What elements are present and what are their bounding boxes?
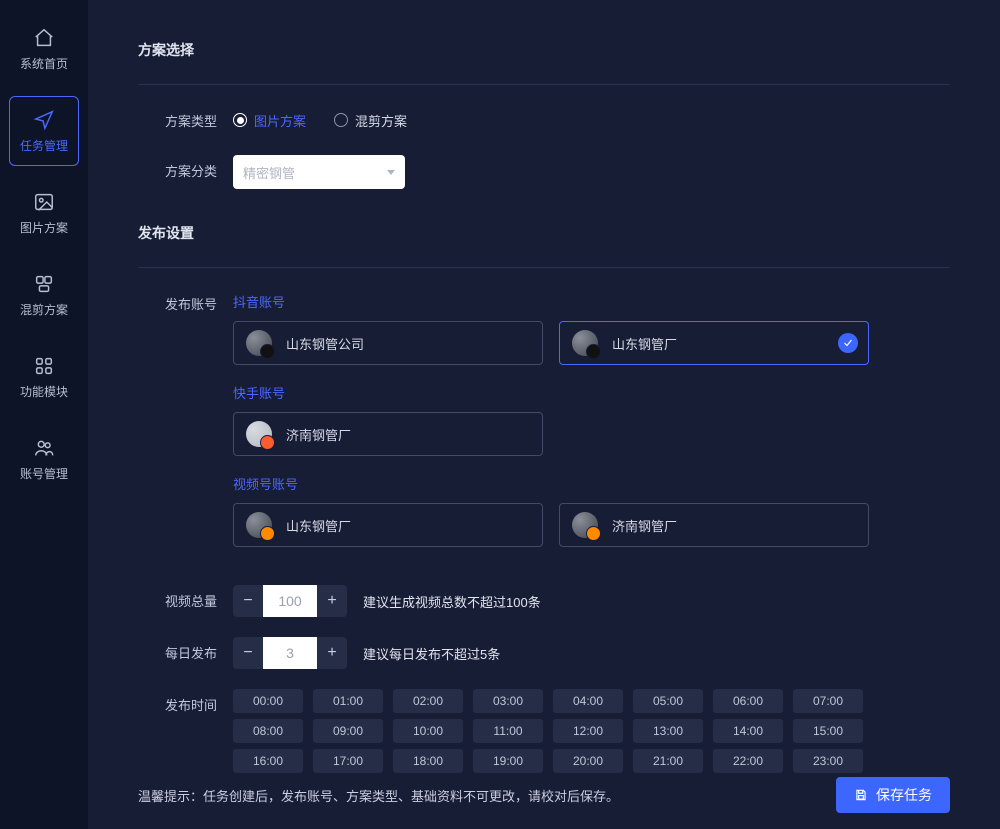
time-chip[interactable]: 12:00 bbox=[553, 719, 623, 743]
account-card-kuaishou-0[interactable]: 济南钢管厂 bbox=[233, 412, 543, 456]
account-name: 山东钢管厂 bbox=[612, 334, 677, 353]
group-kuaishou-title: 快手账号 bbox=[233, 383, 950, 402]
time-chip[interactable]: 22:00 bbox=[713, 749, 783, 773]
footer-tip: 温馨提示：任务创建后，发布账号、方案类型、基础资料不可更改，请校对后保存。 bbox=[138, 786, 619, 805]
time-chip[interactable]: 05:00 bbox=[633, 689, 703, 713]
send-icon bbox=[33, 109, 55, 131]
avatar-icon bbox=[246, 512, 272, 538]
save-button[interactable]: 保存任务 bbox=[836, 777, 950, 813]
chevron-down-icon bbox=[387, 170, 395, 175]
time-chip[interactable]: 13:00 bbox=[633, 719, 703, 743]
time-chip[interactable]: 00:00 bbox=[233, 689, 303, 713]
time-chip[interactable]: 09:00 bbox=[313, 719, 383, 743]
tiles-icon bbox=[33, 273, 55, 295]
account-card-shipin-1[interactable]: 济南钢管厂 bbox=[559, 503, 869, 547]
users-icon bbox=[33, 437, 55, 459]
account-card-shipin-0[interactable]: 山东钢管厂 bbox=[233, 503, 543, 547]
stepper-decrement[interactable]: − bbox=[233, 637, 263, 669]
group-shipin-title: 视频号账号 bbox=[233, 474, 950, 493]
time-chip[interactable]: 03:00 bbox=[473, 689, 543, 713]
label-plan-category: 方案分类 bbox=[138, 155, 233, 180]
sidebar: 系统首页 任务管理 图片方案 混剪方案 功能模块 bbox=[0, 0, 88, 829]
stepper-increment[interactable]: + bbox=[317, 637, 347, 669]
publish-time-grid: 00:00 01:00 02:00 03:00 04:00 05:00 06:00 07:00… bbox=[233, 689, 950, 773]
video-total-input[interactable] bbox=[263, 585, 317, 617]
time-chip[interactable]: 06:00 bbox=[713, 689, 783, 713]
section-publish-settings: 发布设置 bbox=[138, 223, 950, 243]
time-chip[interactable]: 14:00 bbox=[713, 719, 783, 743]
time-chip[interactable]: 23:00 bbox=[793, 749, 863, 773]
save-button-label: 保存任务 bbox=[876, 785, 932, 805]
radio-label: 图片方案 bbox=[254, 111, 306, 130]
time-chip[interactable]: 15:00 bbox=[793, 719, 863, 743]
account-name: 济南钢管厂 bbox=[612, 516, 677, 535]
radio-dot-icon bbox=[233, 113, 247, 127]
account-name: 山东钢管厂 bbox=[286, 516, 351, 535]
radio-dot-icon bbox=[334, 113, 348, 127]
avatar-icon bbox=[572, 512, 598, 538]
section-plan-select: 方案选择 bbox=[138, 40, 950, 60]
nav-label: 任务管理 bbox=[20, 137, 68, 154]
radio-image-plan[interactable]: 图片方案 bbox=[233, 111, 306, 130]
account-card-douyin-0[interactable]: 山东钢管公司 bbox=[233, 321, 543, 365]
nav-label: 账号管理 bbox=[20, 465, 68, 482]
nav-label: 图片方案 bbox=[20, 219, 68, 236]
image-icon bbox=[33, 191, 55, 213]
daily-publish-hint: 建议每日发布不超过5条 bbox=[363, 644, 500, 663]
nav-accounts[interactable]: 账号管理 bbox=[9, 424, 79, 494]
time-chip[interactable]: 20:00 bbox=[553, 749, 623, 773]
time-chip[interactable]: 01:00 bbox=[313, 689, 383, 713]
main-panel: 方案选择 方案类型 图片方案 混剪方案 方案分类 bbox=[88, 0, 1000, 829]
label-daily-publish: 每日发布 bbox=[138, 637, 233, 662]
stepper-decrement[interactable]: − bbox=[233, 585, 263, 617]
time-chip[interactable]: 08:00 bbox=[233, 719, 303, 743]
label-publish-account: 发布账号 bbox=[138, 288, 233, 313]
time-chip[interactable]: 02:00 bbox=[393, 689, 463, 713]
nav-label: 功能模块 bbox=[20, 383, 68, 400]
daily-publish-input[interactable] bbox=[263, 637, 317, 669]
time-chip[interactable]: 17:00 bbox=[313, 749, 383, 773]
time-chip[interactable]: 19:00 bbox=[473, 749, 543, 773]
nav-label: 混剪方案 bbox=[20, 301, 68, 318]
label-publish-time: 发布时间 bbox=[138, 689, 233, 714]
divider bbox=[138, 84, 950, 85]
check-icon bbox=[838, 333, 858, 353]
account-name: 济南钢管厂 bbox=[286, 425, 351, 444]
nav-label: 系统首页 bbox=[20, 55, 68, 72]
time-chip[interactable]: 11:00 bbox=[473, 719, 543, 743]
radio-label: 混剪方案 bbox=[355, 111, 407, 130]
save-icon bbox=[854, 788, 868, 802]
group-douyin-title: 抖音账号 bbox=[233, 292, 950, 311]
time-chip[interactable]: 10:00 bbox=[393, 719, 463, 743]
video-total-stepper: − + bbox=[233, 585, 347, 617]
label-plan-type: 方案类型 bbox=[138, 105, 233, 130]
radio-mix-plan[interactable]: 混剪方案 bbox=[334, 111, 407, 130]
daily-publish-stepper: − + bbox=[233, 637, 347, 669]
avatar-icon bbox=[246, 421, 272, 447]
avatar-icon bbox=[572, 330, 598, 356]
nav-image-plan[interactable]: 图片方案 bbox=[9, 178, 79, 248]
plan-category-select[interactable]: 精密钢管 bbox=[233, 155, 405, 189]
grid-icon bbox=[33, 355, 55, 377]
account-name: 山东钢管公司 bbox=[286, 334, 364, 353]
time-chip[interactable]: 21:00 bbox=[633, 749, 703, 773]
nav-home[interactable]: 系统首页 bbox=[9, 14, 79, 84]
avatar-icon bbox=[246, 330, 272, 356]
time-chip[interactable]: 18:00 bbox=[393, 749, 463, 773]
time-chip[interactable]: 07:00 bbox=[793, 689, 863, 713]
time-chip[interactable]: 16:00 bbox=[233, 749, 303, 773]
nav-tasks[interactable]: 任务管理 bbox=[9, 96, 79, 166]
plan-type-radio-group: 图片方案 混剪方案 bbox=[233, 105, 950, 135]
nav-mix-plan[interactable]: 混剪方案 bbox=[9, 260, 79, 330]
home-icon bbox=[33, 27, 55, 49]
divider bbox=[138, 267, 950, 268]
account-card-douyin-1[interactable]: 山东钢管厂 bbox=[559, 321, 869, 365]
nav-modules[interactable]: 功能模块 bbox=[9, 342, 79, 412]
select-value: 精密钢管 bbox=[243, 163, 295, 182]
stepper-increment[interactable]: + bbox=[317, 585, 347, 617]
time-chip[interactable]: 04:00 bbox=[553, 689, 623, 713]
label-video-total: 视频总量 bbox=[138, 585, 233, 610]
video-total-hint: 建议生成视频总数不超过100条 bbox=[363, 592, 541, 611]
